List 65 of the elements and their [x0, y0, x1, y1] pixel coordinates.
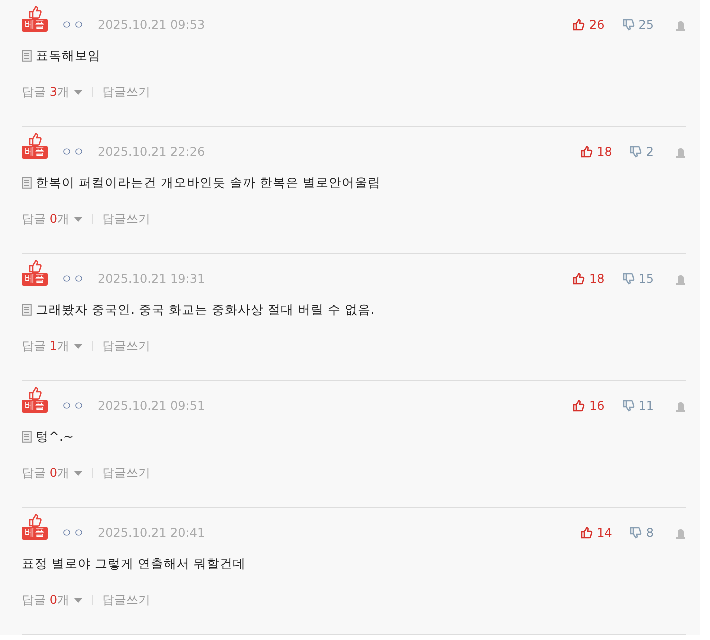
caret-icon	[74, 598, 84, 602]
replies-toggle[interactable]: 답글 3개	[22, 84, 84, 100]
thumbs-up-icon	[28, 387, 42, 400]
write-reply-link[interactable]: 답글쓰기	[102, 210, 150, 228]
report-icon[interactable]	[676, 275, 686, 286]
like-button[interactable]: 18	[573, 272, 605, 286]
comment-text: 텅^.~	[36, 429, 74, 445]
dislike-button[interactable]: 25	[622, 18, 654, 32]
dislike-button[interactable]: 8	[630, 526, 654, 540]
replies-toggle[interactable]: 답글 1개	[22, 338, 84, 354]
caret-icon	[74, 344, 84, 348]
thumbs-up-icon	[573, 19, 586, 31]
comment-text: 표독해보임	[36, 48, 101, 64]
thumbs-up-icon	[581, 146, 594, 158]
thumbs-up-icon	[573, 273, 586, 285]
thumbs-up-icon	[28, 514, 42, 527]
caret-icon	[74, 216, 84, 222]
best-badge: 베플	[22, 19, 48, 32]
report-icon[interactable]	[676, 148, 686, 159]
thumbs-down-icon	[622, 19, 635, 31]
comment-date: 2025.10.21 09:53	[98, 18, 206, 32]
dislike-button[interactable]: 15	[622, 272, 654, 286]
thumbs-up-icon	[28, 6, 42, 19]
author-name[interactable]: ㅇㅇ	[61, 145, 85, 159]
comment-text: 그래봤자 중국인. 중국 화교는 중화사상 절대 버릴 수 없음.	[36, 302, 375, 318]
report-icon[interactable]	[676, 21, 686, 32]
report-icon[interactable]	[676, 402, 686, 413]
thumbs-down-icon	[622, 273, 635, 285]
write-reply-link[interactable]: 답글쓰기	[102, 464, 150, 482]
comment-text: 한복이 퍼컬이라는건 개오바인듯 솔까 한복은 별로안어울림	[36, 175, 381, 191]
replies-toggle[interactable]: 답글 0개	[22, 210, 84, 228]
dislike-button[interactable]: 11	[622, 399, 654, 413]
replies-toggle[interactable]: 답글 0개	[22, 464, 84, 482]
like-button[interactable]: 18	[581, 145, 612, 159]
thumbs-up-icon	[573, 400, 586, 412]
comment-date: 2025.10.21 19:31	[98, 272, 206, 286]
write-reply-link[interactable]: 답글쓰기	[102, 84, 150, 100]
author-name[interactable]: ㅇㅇ	[61, 526, 85, 540]
thumbs-up-icon	[28, 133, 42, 146]
comment-text: 표정 별로야 그렇게 연출해서 뭐할건데	[22, 556, 246, 572]
best-badge: 베플	[22, 146, 48, 159]
replies-toggle[interactable]: 답글 0개	[22, 592, 84, 608]
author-name[interactable]: ㅇㅇ	[61, 18, 85, 32]
dislike-button[interactable]: 2	[630, 145, 654, 159]
thumbs-down-icon	[622, 400, 635, 412]
report-icon[interactable]	[676, 529, 686, 540]
like-button[interactable]: 16	[573, 399, 605, 413]
comment-date: 2025.10.21 09:51	[98, 399, 206, 413]
like-button[interactable]: 14	[581, 526, 612, 540]
write-reply-link[interactable]: 답글쓰기	[102, 338, 150, 354]
best-badge: 베플	[22, 273, 48, 286]
thumbs-down-icon	[630, 527, 642, 539]
thumbs-up-icon	[28, 260, 42, 273]
like-button[interactable]: 26	[573, 18, 605, 32]
thumbs-down-icon	[630, 146, 642, 158]
caret-icon	[74, 470, 84, 476]
thumbs-up-icon	[581, 527, 594, 539]
author-name[interactable]: ㅇㅇ	[61, 399, 85, 413]
comment-date: 2025.10.21 20:41	[98, 526, 206, 540]
caret-icon	[74, 90, 84, 94]
author-name[interactable]: ㅇㅇ	[61, 272, 85, 286]
best-badge: 베플	[22, 400, 48, 413]
best-badge: 베플	[22, 527, 48, 540]
comment-date: 2025.10.21 22:26	[98, 145, 206, 159]
write-reply-link[interactable]: 답글쓰기	[102, 592, 150, 608]
